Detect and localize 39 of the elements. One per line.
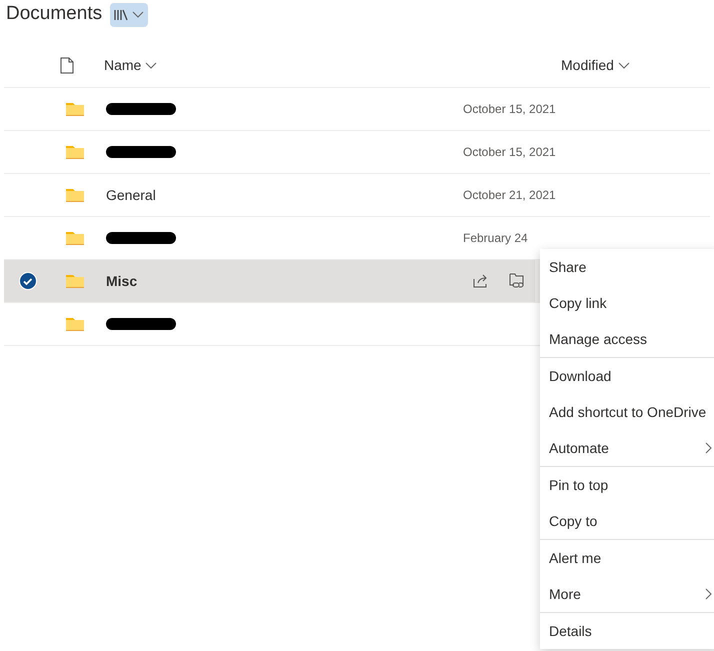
folder-icon xyxy=(66,102,84,116)
folder-icon xyxy=(66,274,84,288)
share-icon xyxy=(473,274,489,288)
redaction-mark xyxy=(106,232,176,244)
modified-date: October 15, 2021 xyxy=(463,144,556,161)
modified-column-header[interactable]: Modified xyxy=(561,55,630,76)
folder-icon xyxy=(66,188,84,202)
modified-date: February 24 xyxy=(463,230,528,247)
menu-item[interactable]: Copy to xyxy=(540,503,714,539)
menu-item[interactable]: Details xyxy=(540,613,714,649)
chevron-right-icon xyxy=(705,588,712,600)
menu-item[interactable]: Alert me xyxy=(540,540,714,576)
library-view-button[interactable] xyxy=(110,2,148,26)
chevron-down-icon xyxy=(618,62,630,70)
redaction-mark xyxy=(106,146,176,158)
chevron-down-icon xyxy=(132,10,144,18)
menu-item[interactable]: Download xyxy=(540,358,714,394)
chevron-down-icon xyxy=(145,62,158,70)
redaction-mark xyxy=(106,318,176,330)
menu-item[interactable]: Manage access xyxy=(540,321,714,357)
chevron-right-icon xyxy=(705,442,712,454)
menu-item[interactable]: Pin to top xyxy=(540,467,714,503)
file-type-icon xyxy=(60,57,74,74)
redaction-mark xyxy=(106,103,176,115)
folder-icon xyxy=(66,317,84,331)
checkmark-circle-icon[interactable] xyxy=(19,272,37,290)
folder-name[interactable]: General xyxy=(106,184,156,206)
name-column-header[interactable]: Name xyxy=(104,55,561,76)
modified-date: October 21, 2021 xyxy=(463,187,556,204)
menu-item[interactable]: More xyxy=(540,576,714,612)
folder-name[interactable]: Misc xyxy=(106,270,138,292)
library-icon xyxy=(114,8,128,20)
link-folder-icon xyxy=(509,273,525,289)
folder-icon xyxy=(66,231,84,245)
folder-icon xyxy=(66,145,84,159)
modified-date: October 15, 2021 xyxy=(463,101,556,118)
page-title: Documents xyxy=(6,2,102,26)
menu-item[interactable]: Add shortcut to OneDrive xyxy=(540,394,714,430)
menu-item[interactable]: Automate xyxy=(540,430,714,466)
